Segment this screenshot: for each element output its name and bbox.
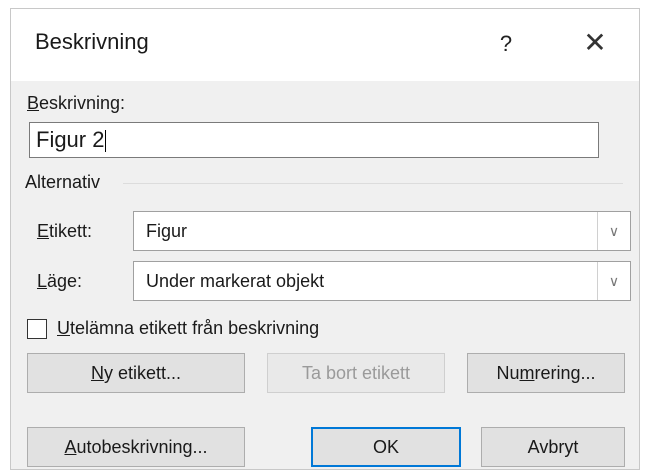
label-field-accesskey: E (37, 221, 50, 241)
position-field-label: Läge: (37, 271, 82, 292)
text-caret (105, 130, 107, 153)
delete-label-text: Ta bort etikett (301, 363, 411, 383)
close-icon: ✕ (583, 27, 607, 58)
numbering-button[interactable]: Numrering... (467, 353, 625, 393)
position-field-accesskey: L (37, 271, 48, 291)
numbering-pre: Nu (496, 363, 520, 383)
new-label-post: y etikett... (103, 363, 182, 383)
help-button[interactable]: ? (481, 19, 531, 69)
position-select-value: Under markerat objekt (146, 271, 325, 291)
caption-dialog: Beskrivning ? ✕ Beskrivning: Figur 2 Alt… (10, 8, 640, 470)
close-button[interactable]: ✕ (569, 19, 621, 69)
title-bar: Beskrivning ? ✕ (11, 9, 639, 81)
label-field-label-text: tikett: (49, 221, 93, 241)
new-label-accesskey: N (90, 363, 104, 383)
chevron-down-icon[interactable]: ∨ (597, 262, 630, 300)
cancel-button[interactable]: Avbryt (481, 427, 625, 467)
caption-label: Beskrivning: (27, 93, 125, 114)
position-select[interactable]: Under markerat objekt ∨ (133, 261, 631, 301)
caption-label-accesskey: B (27, 93, 40, 113)
exclude-label-rest: telämna etikett från beskrivning (70, 318, 320, 338)
delete-label-button: Ta bort etikett (267, 353, 445, 393)
help-icon: ? (499, 31, 513, 56)
cancel-label: Avbryt (527, 437, 579, 457)
ok-label: OK (372, 437, 399, 457)
label-field-label: Etikett: (37, 221, 92, 242)
autocaption-post: utobeskrivning... (76, 437, 208, 457)
options-group-label: Alternativ (25, 172, 101, 192)
caption-input-value: Figur 2 (36, 127, 105, 152)
exclude-label-checkbox[interactable] (27, 319, 47, 339)
options-group-divider (123, 183, 623, 184)
exclude-label-accesskey: U (57, 318, 70, 338)
label-select[interactable]: Figur ∨ (133, 211, 631, 251)
ok-button[interactable]: OK (311, 427, 461, 467)
dialog-title: Beskrivning (35, 29, 149, 54)
exclude-label-text[interactable]: Utelämna etikett från beskrivning (57, 318, 319, 339)
caption-label-text: eskrivning: (39, 93, 126, 113)
position-field-label-text: äge: (47, 271, 83, 291)
autocaption-button[interactable]: Autobeskrivning... (27, 427, 245, 467)
autocaption-accesskey: A (64, 437, 77, 457)
numbering-accesskey: m (519, 363, 535, 383)
numbering-post: rering... (534, 363, 596, 383)
new-label-button[interactable]: Ny etikett... (27, 353, 245, 393)
chevron-down-icon[interactable]: ∨ (597, 212, 630, 250)
caption-input[interactable]: Figur 2 (29, 122, 599, 158)
label-select-value: Figur (146, 221, 188, 241)
